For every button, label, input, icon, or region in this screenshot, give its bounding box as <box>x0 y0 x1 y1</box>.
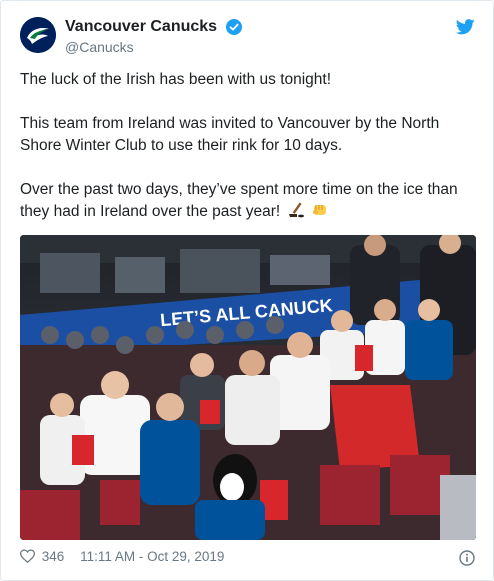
hockey-stick-icon <box>288 202 304 218</box>
tweet-paragraph-text: Over the past two days, they’ve spent mo… <box>20 181 458 220</box>
info-icon[interactable] <box>459 550 475 566</box>
tweet-footer: 346 11:11 AM - Oct 29, 2019 <box>20 549 475 569</box>
hockey-fans-photo: LET’S ALL CANUCK <box>20 235 476 540</box>
tweet-card: Vancouver Canucks @Canucks The luck of t… <box>0 0 494 581</box>
heart-icon[interactable] <box>20 549 35 563</box>
tweet-text: The luck of the Irish has been with us t… <box>20 69 476 223</box>
verified-badge-icon <box>225 19 242 35</box>
tweet-paragraph: This team from Ireland was invited to Va… <box>20 115 440 154</box>
like-count[interactable]: 346 <box>42 549 65 564</box>
tweet-paragraph: The luck of the Irish has been with us t… <box>20 71 332 88</box>
tweet-timestamp[interactable]: 11:11 AM - Oct 29, 2019 <box>80 549 224 564</box>
tweet-paragraph-last: Over the past two days, they’ve spent mo… <box>20 179 476 223</box>
tweet-photo[interactable]: LET’S ALL CANUCK <box>20 235 476 540</box>
fist-bump-icon <box>312 205 326 215</box>
tweet-header: Vancouver Canucks @Canucks <box>20 17 475 57</box>
canucks-logo-icon <box>20 17 56 53</box>
author-names: Vancouver Canucks @Canucks <box>65 18 242 55</box>
display-name[interactable]: Vancouver Canucks <box>65 18 217 36</box>
handle[interactable]: @Canucks <box>65 39 242 55</box>
avatar[interactable] <box>20 17 56 53</box>
twitter-bird-icon[interactable] <box>456 19 475 35</box>
